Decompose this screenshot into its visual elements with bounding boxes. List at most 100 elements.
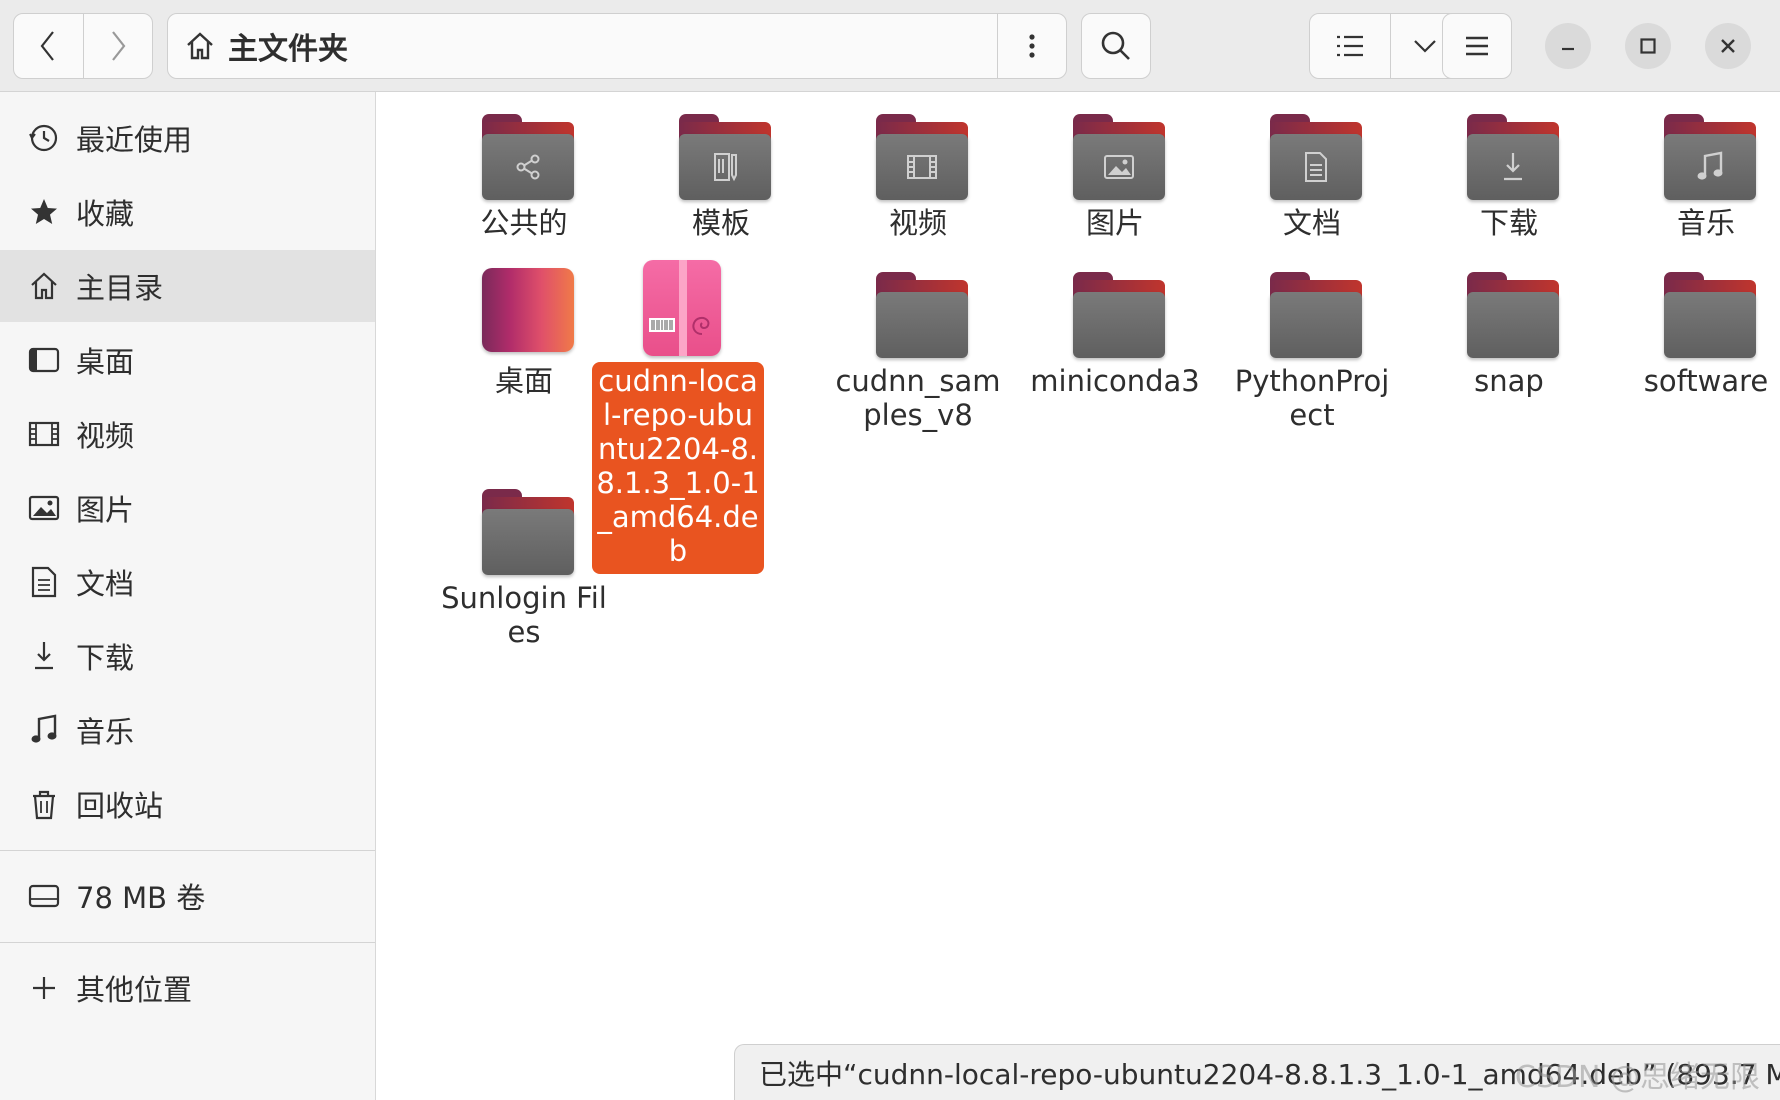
- minimize-button[interactable]: [1545, 23, 1591, 69]
- sidebar-item-desktop[interactable]: 桌面: [0, 324, 375, 396]
- file-item-downloads[interactable]: 下载: [1423, 102, 1595, 240]
- sidebar-item-pictures[interactable]: 图片: [0, 472, 375, 544]
- document-icon: [1305, 152, 1327, 182]
- navigation-buttons: [13, 13, 153, 79]
- sidebar-item-other-locations[interactable]: 其他位置: [0, 952, 375, 1024]
- sidebar-item-label: 回收站: [76, 789, 164, 823]
- forward-button[interactable]: [82, 14, 153, 78]
- file-name: 下载: [1479, 206, 1538, 240]
- download-icon: [1504, 153, 1522, 181]
- file-item-miniconda3[interactable]: miniconda3: [1029, 260, 1201, 398]
- sidebar-item-label: 音乐: [76, 715, 135, 749]
- trash-icon: [26, 786, 62, 822]
- sidebar-item-label: 收藏: [76, 197, 135, 231]
- folder-icon: [1664, 114, 1756, 200]
- chevron-right-icon: [111, 31, 126, 61]
- maximize-button[interactable]: [1625, 23, 1671, 69]
- clock-icon: [26, 120, 62, 156]
- file-item-pictures[interactable]: 图片: [1029, 102, 1201, 240]
- music-icon: [26, 712, 62, 748]
- file-name: 图片: [1085, 206, 1144, 240]
- desktop-folder-icon: [482, 268, 574, 352]
- music-icon: [1697, 151, 1723, 180]
- file-item-snap[interactable]: snap: [1423, 260, 1595, 398]
- sidebar-item-downloads[interactable]: 下载: [0, 620, 375, 692]
- breadcrumb[interactable]: 主文件夹: [184, 14, 348, 78]
- watermark: CSDN @思绪无限: [1514, 1060, 1760, 1095]
- sidebar-item-label: 桌面: [76, 345, 135, 379]
- sidebar-item-videos[interactable]: 视频: [0, 398, 375, 470]
- sidebar-item-label: 最近使用: [76, 123, 193, 157]
- sidebar-divider: [0, 942, 375, 943]
- file-item-templates[interactable]: 模板: [635, 102, 807, 240]
- file-item-software[interactable]: software: [1620, 260, 1780, 398]
- file-item-music[interactable]: 音乐: [1620, 102, 1780, 240]
- list-view-icon: [1337, 35, 1363, 57]
- back-button[interactable]: [14, 14, 83, 78]
- sidebar-item-label: 图片: [76, 493, 135, 527]
- folder-icon: [679, 114, 771, 200]
- film-icon: [26, 416, 62, 452]
- sidebar-item-label: 其他位置: [76, 973, 193, 1007]
- file-name: miniconda3: [1030, 364, 1200, 398]
- chevron-left-icon: [40, 31, 55, 61]
- view-toggle-group: [1309, 13, 1459, 79]
- folder-icon: [876, 114, 968, 200]
- file-name: cudnn-local-repo-ubuntu2204-8.8.1.3_1.0-…: [592, 362, 764, 574]
- debian-swirl-icon: [692, 316, 710, 335]
- drive-icon: [26, 878, 62, 914]
- folder-icon: [1467, 272, 1559, 358]
- main-menu-button[interactable]: [1442, 13, 1512, 79]
- sidebar-item-documents[interactable]: 文档: [0, 546, 375, 618]
- sidebar-item-home[interactable]: 主目录: [0, 250, 375, 322]
- file-item-sunlogin-files[interactable]: Sunlogin Files: [438, 477, 610, 649]
- file-item-public[interactable]: 公共的: [438, 102, 610, 240]
- file-name: 文档: [1282, 206, 1341, 240]
- file-item-pythonproject[interactable]: PythonProject: [1226, 260, 1398, 432]
- sidebar-item-volume[interactable]: 78 MB 卷: [0, 860, 375, 932]
- barcode-icon: [649, 318, 675, 332]
- file-item-documents[interactable]: 文档: [1226, 102, 1398, 240]
- chevron-down-icon: [1413, 40, 1436, 53]
- search-button[interactable]: [1081, 13, 1151, 79]
- folder-icon: [482, 114, 574, 200]
- file-name: Sunlogin Files: [441, 581, 607, 649]
- film-icon: [907, 155, 937, 179]
- sidebar-item-starred[interactable]: 收藏: [0, 176, 375, 248]
- file-name: PythonProject: [1234, 364, 1390, 432]
- file-name: 桌面: [494, 364, 553, 398]
- document-icon: [26, 564, 62, 600]
- path-bar[interactable]: 主文件夹: [167, 13, 1067, 79]
- list-view-button[interactable]: [1310, 14, 1390, 78]
- file-name: cudnn_samples_v8: [835, 364, 1001, 432]
- folder-icon: [482, 489, 574, 575]
- sidebar-item-recent[interactable]: 最近使用: [0, 102, 375, 174]
- file-name: 模板: [691, 206, 750, 240]
- sidebar-divider: [0, 850, 375, 851]
- close-icon: [1721, 39, 1735, 53]
- file-item-cudnn-deb[interactable]: cudnn-local-repo-ubuntu2204-8.8.1.3_1.0-…: [592, 260, 764, 574]
- sidebar: 最近使用 收藏 主目录 桌面 视频 图片 文档 下载 音乐 回收站 78 MB …: [0, 92, 376, 1100]
- file-item-desktop[interactable]: 桌面: [438, 260, 610, 398]
- template-icon: [714, 153, 737, 182]
- path-menu-button[interactable]: [997, 14, 1066, 78]
- file-item-videos[interactable]: 视频: [832, 102, 1004, 240]
- sidebar-item-music[interactable]: 音乐: [0, 694, 375, 766]
- home-icon: [26, 268, 62, 304]
- file-grid: 公共的 模板 视频 图片 文档 下载 音乐 桌面 cudnn-local-rep…: [376, 92, 1780, 1100]
- folder-icon: [876, 272, 968, 358]
- file-name: 音乐: [1676, 206, 1735, 240]
- more-vertical-icon: [1029, 34, 1035, 58]
- file-item-cudnn-samples[interactable]: cudnn_samples_v8: [832, 260, 1004, 432]
- image-icon: [1104, 155, 1134, 179]
- plus-icon: [26, 970, 62, 1006]
- download-icon: [26, 638, 62, 674]
- folder-icon: [1467, 114, 1559, 200]
- folder-icon: [1664, 272, 1756, 358]
- sidebar-item-trash[interactable]: 回收站: [0, 768, 375, 840]
- search-icon: [1101, 31, 1130, 60]
- minimize-icon: [1562, 47, 1574, 51]
- sidebar-item-label: 78 MB 卷: [76, 881, 206, 915]
- close-button[interactable]: [1705, 23, 1751, 69]
- file-name: 公共的: [480, 206, 568, 240]
